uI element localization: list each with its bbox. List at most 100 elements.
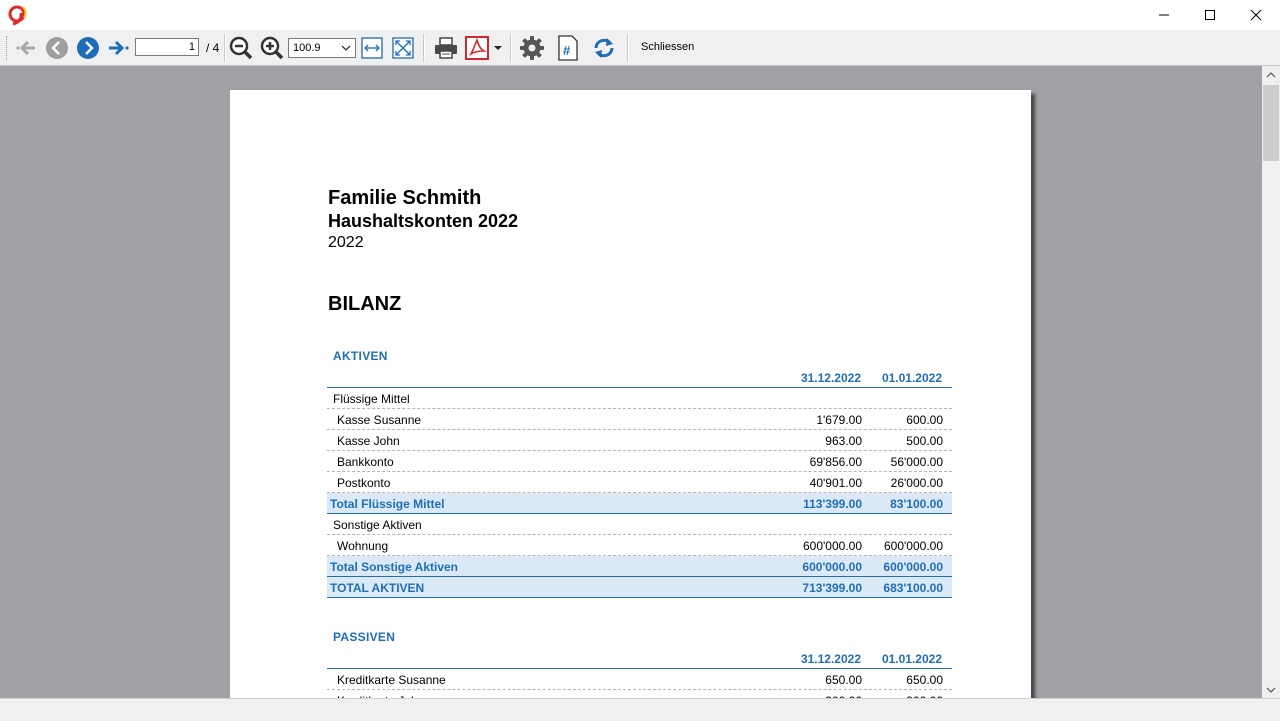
value-current: 600'000.00 [802,539,862,553]
pdf-icon [465,36,489,60]
next-page-icon [77,37,99,59]
refresh-icon [594,38,614,58]
fit-page-icon [392,37,414,59]
table-row: Kreditkarte John300.00300.00 [327,690,952,698]
table-row: Kasse Susanne 1'679.00 600.00 [327,409,952,430]
first-page-button[interactable] [14,36,40,60]
row-label: Total Sonstige Aktiven [330,560,459,574]
last-page-button[interactable] [106,36,132,60]
column-header-current: 31.12.2022 [800,371,861,385]
row-label: Flüssige Mittel [333,392,410,406]
toolbar-separator [627,34,629,62]
row-label: Kasse Susanne [337,413,422,427]
value-previous: 56'000.00 [890,455,943,469]
report-title: Haushaltskonten 2022 [328,211,519,231]
section-title: PASSIVEN [333,630,396,644]
page-total: / 4 [206,41,220,55]
print-button[interactable] [432,36,460,60]
total-row: Total Sonstige Aktiven 600'000.00 600'000.… [327,556,952,577]
caret-down-icon [494,46,502,50]
page-number-icon: # [558,35,578,61]
banana-logo-icon [8,4,28,26]
total-row: TOTAL AKTIVEN 713'399.00 683'100.00 [327,577,952,598]
close-preview-button[interactable]: Schliessen [641,41,694,53]
value-previous: 600'000.00 [883,560,943,574]
table-row: Kasse John 963.00 500.00 [327,430,952,451]
value-current: 1'679.00 [816,413,862,427]
chevron-down-icon [1266,687,1276,693]
row-label: Postkonto [337,476,391,490]
total-row: Total Flüssige Mittel 113'399.00 83'100.00 [327,493,952,514]
settings-icon [520,36,544,60]
section-title: AKTIVEN [333,349,388,363]
zoom-in-button[interactable] [259,36,285,60]
value-current: 963.00 [825,434,862,448]
refresh-button[interactable] [590,36,618,60]
scroll-up-button[interactable] [1262,66,1280,83]
row-label: Bankkonto [337,455,394,469]
value-previous: 600.00 [906,413,943,427]
toolbar-separator [423,34,425,62]
table-row: Postkonto 40'901.00 26'000.00 [327,472,952,493]
minimize-icon [1159,14,1169,16]
table-row: Wohnung 600'000.00 600'000.00 [327,535,952,556]
value-previous: 83'100.00 [890,497,943,511]
close-window-button[interactable] [1233,0,1279,30]
chevron-down-icon [341,45,351,51]
scroll-thumb[interactable] [1263,85,1279,161]
value-previous: 650.00 [906,673,943,687]
toolbar-grip [6,36,9,60]
page-number-button[interactable]: # [555,35,581,61]
aktiven-table: Flüssige Mittel Kasse Susanne 1'679.00 600.… [327,387,952,598]
toolbar: / 4 100.9 [0,30,1280,66]
fit-width-icon [361,37,383,59]
column-header-current: 31.12.2022 [800,652,861,666]
value-previous: 683'100.00 [883,581,943,595]
first-page-icon [16,40,35,56]
value-current: 650.00 [825,673,862,687]
pdf-export-button[interactable] [464,36,490,60]
row-label: Kreditkarte Susanne [337,673,446,687]
chevron-up-icon [1266,71,1276,77]
value-previous: 500.00 [906,434,943,448]
zoom-value: 100.9 [293,42,321,54]
value-current: 113'399.00 [803,497,862,511]
row-label: Sonstige Aktiven [333,518,422,532]
group-row: Flüssige Mittel [327,388,952,409]
toolbar-separator [224,34,226,62]
status-bar [0,698,1280,721]
page-number-input[interactable] [135,38,199,56]
row-label: TOTAL AKTIVEN [330,581,425,595]
scroll-down-button[interactable] [1262,681,1280,698]
zoom-out-button[interactable] [228,36,254,60]
zoom-select[interactable]: 100.9 [288,38,356,58]
minimize-button[interactable] [1141,0,1187,30]
maximize-button[interactable] [1187,0,1233,30]
maximize-icon [1205,10,1215,20]
next-page-button[interactable] [75,36,101,60]
column-header-previous: 01.01.2022 [881,652,942,666]
print-icon [435,37,457,59]
close-icon [1250,9,1262,21]
preview-area[interactable]: Familie Schmith Haushaltskonten 2022 202… [0,66,1262,698]
zoom-out-icon [229,36,253,60]
report-company: Familie Schmith [328,187,482,209]
value-current: 40'901.00 [809,476,862,490]
title-bar [0,0,1280,30]
last-page-icon [109,40,129,56]
value-current: 600'000.00 [802,560,862,574]
pdf-options-dropdown[interactable] [492,36,504,60]
table-row: Bankkonto 69'856.00 56'000.00 [327,451,952,472]
vertical-scrollbar[interactable] [1262,66,1280,698]
fit-width-button[interactable] [360,36,384,60]
prev-page-button[interactable] [44,36,70,60]
group-row: Sonstige Aktiven [327,514,952,535]
settings-button[interactable] [518,36,546,60]
value-current: 69'856.00 [809,455,862,469]
report-page: Familie Schmith Haushaltskonten 2022 202… [230,90,1031,698]
column-header-previous: 01.01.2022 [881,371,942,385]
row-label: Total Flüssige Mittel [330,497,445,511]
report-heading: BILANZ [328,293,402,315]
fit-page-button[interactable] [391,36,415,60]
value-previous: 26'000.00 [890,476,943,490]
